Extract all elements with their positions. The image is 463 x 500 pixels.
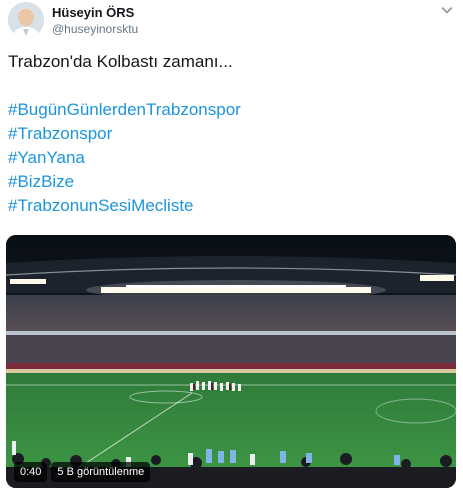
avatar[interactable] bbox=[8, 2, 44, 38]
avatar-image bbox=[8, 2, 44, 38]
author-name[interactable]: Hüseyin ÖRS bbox=[52, 5, 134, 20]
video-badges: 0:40 5 B görüntülenme bbox=[14, 462, 151, 482]
chevron-down-icon[interactable] bbox=[439, 2, 455, 18]
hashtag-link[interactable]: #BizBize bbox=[8, 170, 455, 194]
hashtag-link[interactable]: #BugünGünlerdenTrabzonspor bbox=[8, 98, 455, 122]
tweet-text: Trabzon'da Kolbastı zamanı... bbox=[8, 52, 233, 71]
author-handle[interactable]: @huseyinorsktu bbox=[52, 22, 138, 36]
video-view-count: 5 B görüntülenme bbox=[51, 462, 151, 482]
stadium-video-frame bbox=[6, 235, 456, 488]
video-player[interactable]: 0:40 5 B görüntülenme bbox=[6, 235, 456, 488]
hashtag-link[interactable]: #Trabzonspor bbox=[8, 122, 455, 146]
hashtag-link[interactable]: #TrabzonunSesiMecliste bbox=[8, 194, 455, 218]
tweet-header: Hüseyin ÖRS @huseyinorsktu bbox=[8, 0, 455, 44]
hashtag-link[interactable]: #YanYana bbox=[8, 146, 455, 170]
video-duration: 0:40 bbox=[14, 462, 48, 482]
tweet-body: Trabzon'da Kolbastı zamanı... #BugünGünl… bbox=[8, 50, 455, 218]
